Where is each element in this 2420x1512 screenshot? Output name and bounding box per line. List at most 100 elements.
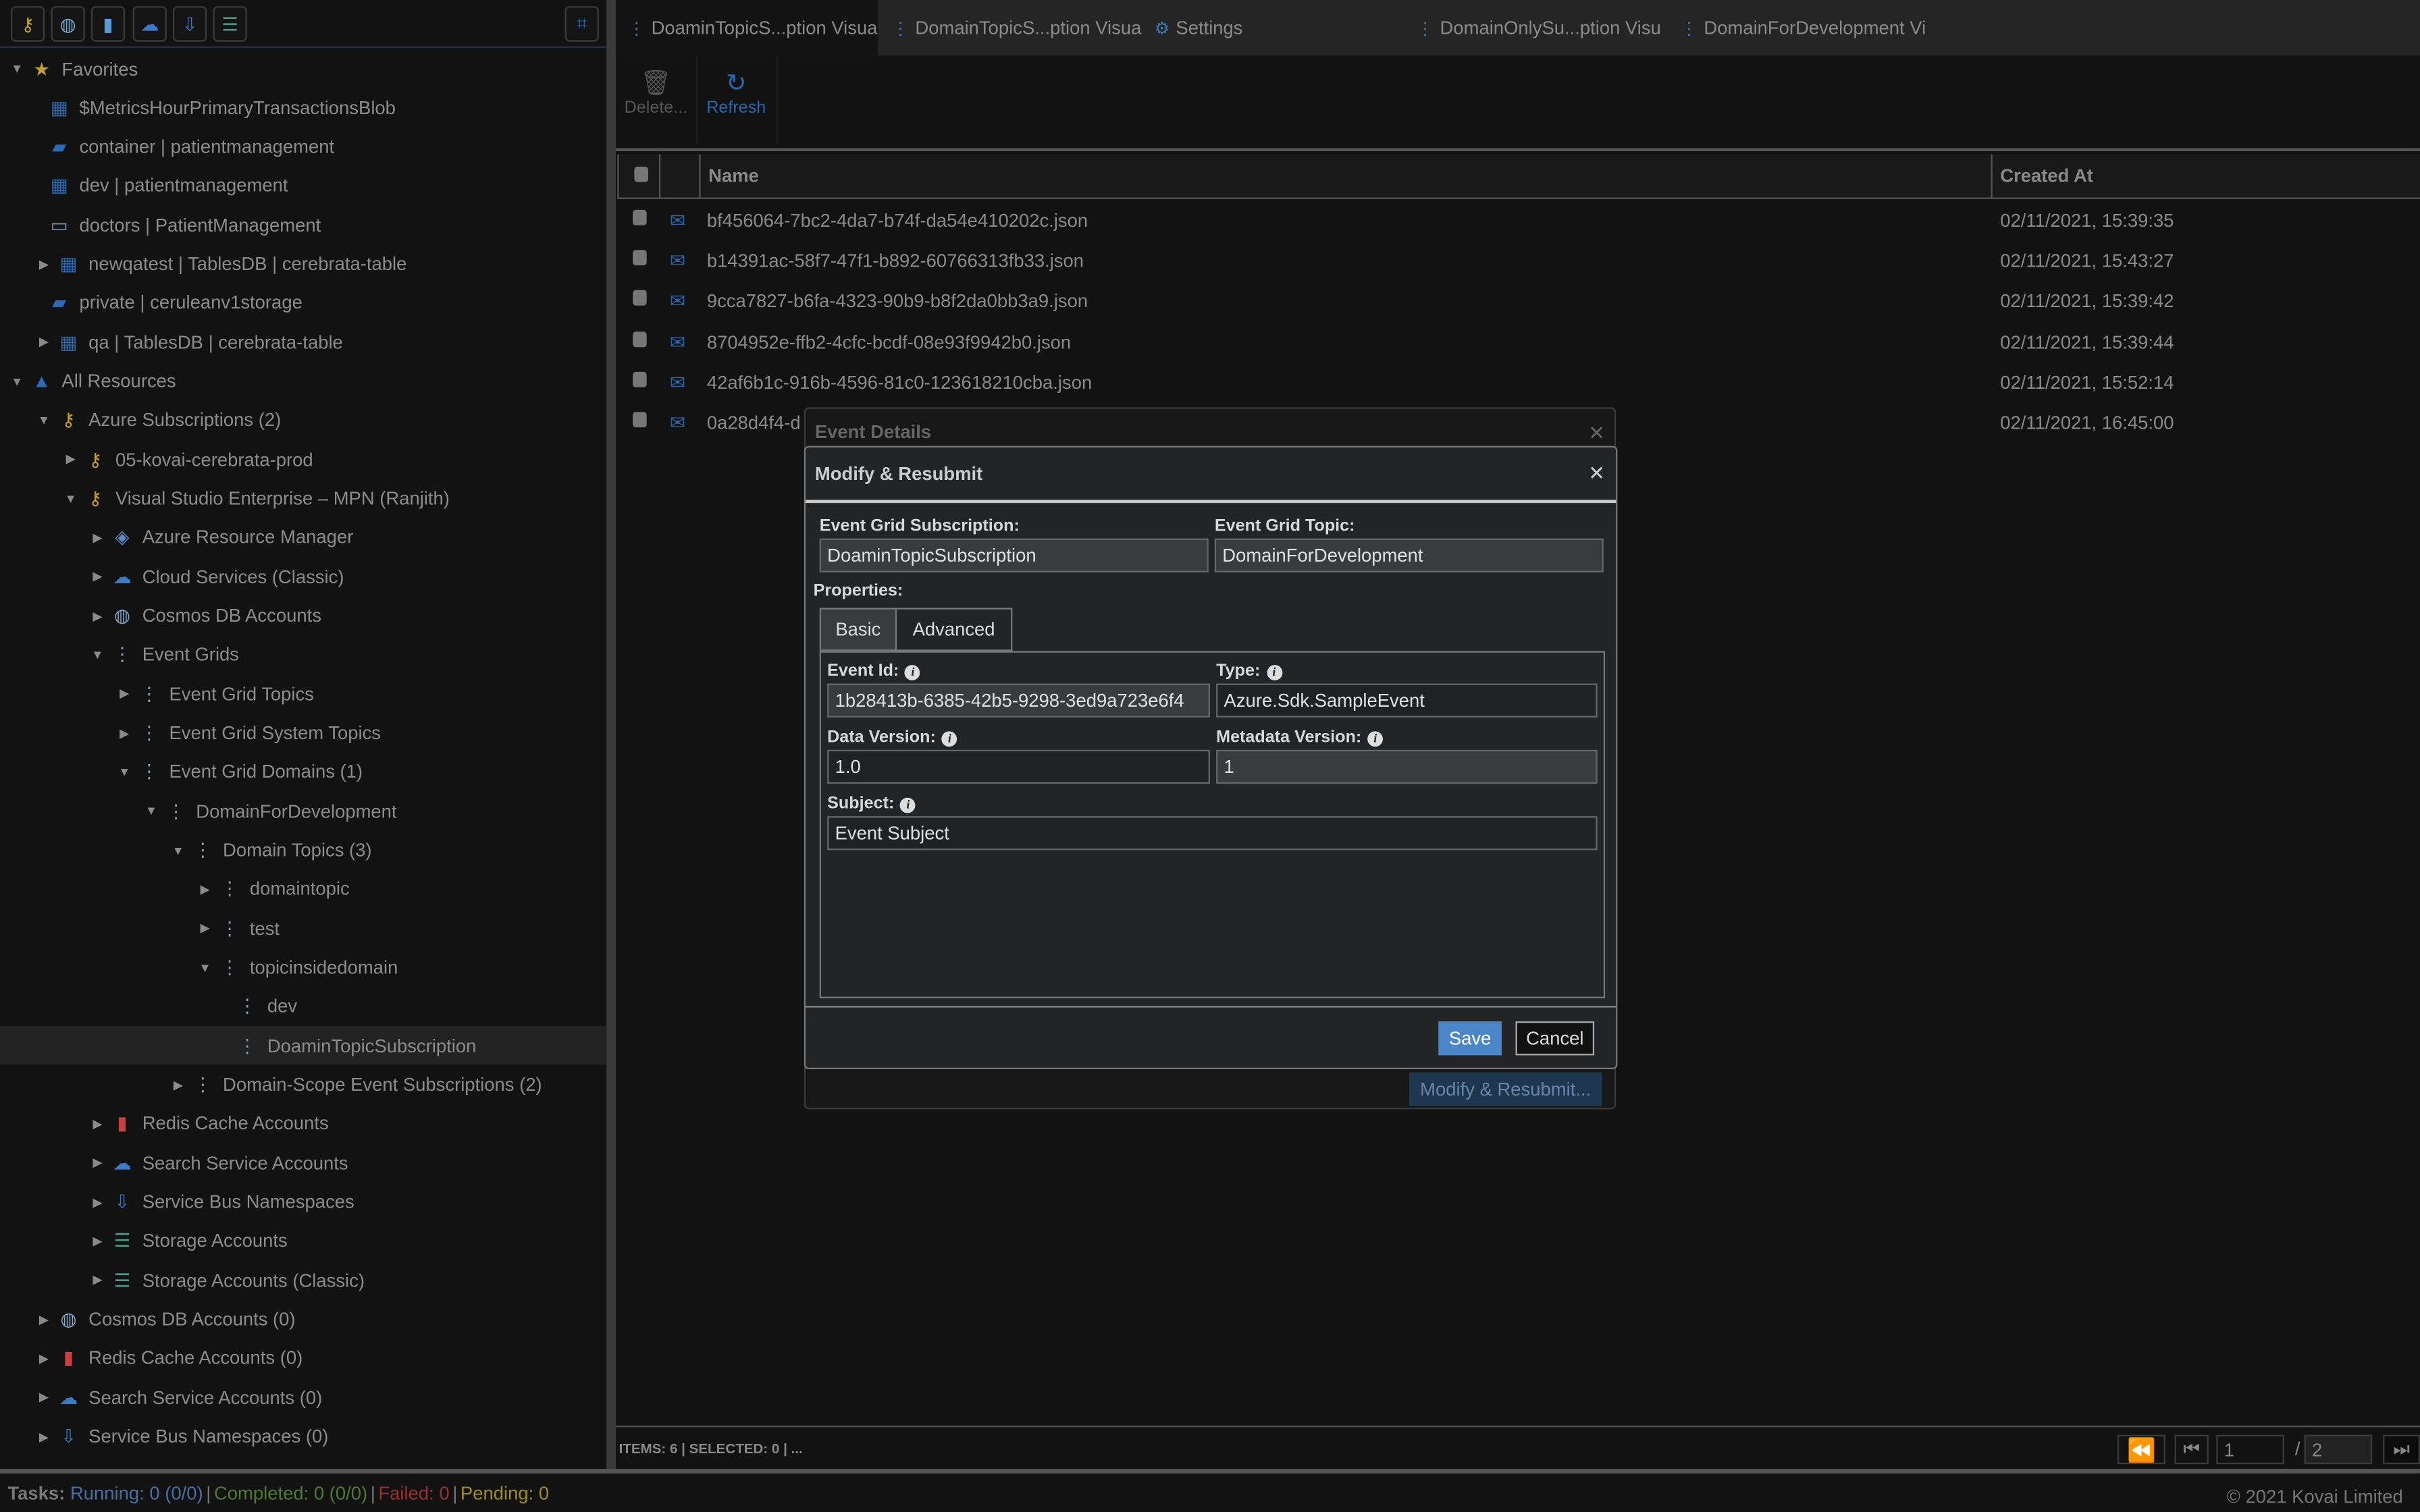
tab-1[interactable]: ⋮ DomainTopicS...ption Visua: [880, 0, 1142, 55]
tree-item[interactable]: ▶ ⋮ Event Grid Topics: [0, 674, 606, 713]
chevron-right-icon[interactable]: ▶: [90, 531, 105, 545]
tab-3[interactable]: ⋮ DomainOnlySu...ption Visu: [1404, 0, 1667, 55]
tree-item[interactable]: ▦ dev | patientmanagement: [0, 167, 606, 205]
refresh-button[interactable]: ↻ Refresh: [696, 55, 778, 145]
chevron-down-icon[interactable]: ▼: [9, 61, 25, 76]
row-checkbox[interactable]: [633, 371, 647, 387]
chevron-right-icon[interactable]: ▶: [36, 335, 51, 350]
close-icon[interactable]: ✕: [1588, 461, 1605, 486]
tasks-failed[interactable]: Failed: 0: [378, 1482, 449, 1503]
tree-item[interactable]: ▰ private | ceruleanv1storage: [0, 284, 606, 322]
tab-2[interactable]: ⚙ Settings: [1142, 0, 1404, 55]
modify-resubmit-button[interactable]: Modify & Resubmit...: [1409, 1072, 1602, 1106]
cancel-button[interactable]: Cancel: [1515, 1021, 1595, 1056]
table-row[interactable]: ✉ bf456064-7bc2-4da7-b74f-da54e410202c.js…: [616, 200, 2420, 240]
tree-item[interactable]: ⋮ DoaminTopicSubscription: [0, 1026, 607, 1065]
tree-item[interactable]: ▶ ▮ Redis Cache Accounts: [0, 1104, 606, 1143]
tree-item[interactable]: ▼ ⋮ DomainForDevelopment: [0, 792, 606, 830]
tab-0[interactable]: ⋮ DoaminTopicS...ption Visua: [615, 0, 878, 56]
subject-input[interactable]: Event Subject: [827, 816, 1598, 850]
tab-basic[interactable]: Basic: [819, 608, 897, 651]
cosmos-icon[interactable]: ◍: [51, 6, 85, 42]
chevron-right-icon[interactable]: ▶: [90, 609, 105, 623]
row-checkbox[interactable]: [633, 412, 647, 428]
tree-item[interactable]: ▶ ⋮ Event Grid System Topics: [0, 713, 606, 752]
table-row[interactable]: ✉ 8704952e-ffb2-4cfc-bcdf-08e93f9942b0.js…: [616, 322, 2420, 362]
chevron-right-icon[interactable]: ▶: [36, 1390, 51, 1405]
page-input[interactable]: 1: [2216, 1434, 2284, 1465]
table-row[interactable]: ✉ b14391ac-58f7-47f1-b892-60766313fb33.js…: [616, 241, 2420, 281]
tree-item[interactable]: ▭ doctors | PatientManagement: [0, 206, 606, 244]
tree-item[interactable]: ▶ ⋮ Domain-Scope Event Subscriptions (2): [0, 1065, 606, 1104]
chevron-down-icon[interactable]: ▼: [170, 843, 186, 857]
column-header-name[interactable]: Name: [700, 154, 1993, 199]
chevron-right-icon[interactable]: ▶: [36, 1312, 51, 1326]
chevron-down-icon[interactable]: ▼: [197, 961, 213, 975]
table-row[interactable]: ✉ 42af6b1c-916b-4596-81c0-123618210cba.js…: [616, 362, 2420, 402]
key-icon[interactable]: ⚷: [10, 6, 45, 42]
chevron-down-icon[interactable]: ▼: [144, 804, 159, 818]
storage-icon[interactable]: ☰: [213, 6, 247, 42]
chevron-right-icon[interactable]: ▶: [170, 1078, 186, 1092]
chevron-right-icon[interactable]: ▶: [90, 570, 105, 584]
chevron-right-icon[interactable]: ▶: [117, 726, 132, 740]
tree-item[interactable]: ▼ ⚷ Visual Studio Enterprise – MPN (Ranjit…: [0, 479, 606, 518]
tree-item[interactable]: ▶ ▦ newqatest | TablesDB | cerebrata-table: [0, 245, 606, 284]
tasks-running[interactable]: Running: 0 (0/0): [70, 1482, 203, 1503]
tasks-completed[interactable]: Completed: 0 (0/0): [214, 1482, 367, 1503]
type-input[interactable]: Azure.Sdk.SampleEvent: [1216, 683, 1598, 718]
chevron-right-icon[interactable]: ▶: [117, 687, 132, 701]
tree-item[interactable]: ▶ ▮ Redis Cache Accounts (0): [0, 1339, 606, 1378]
last-page-button[interactable]: ⏭: [2383, 1434, 2420, 1465]
chevron-right-icon[interactable]: ▶: [36, 257, 51, 271]
data-version-input[interactable]: 1.0: [827, 749, 1210, 784]
info-icon[interactable]: i: [941, 731, 957, 747]
tab-advanced[interactable]: Advanced: [896, 608, 1013, 651]
pane-splitter[interactable]: [606, 0, 616, 1469]
tree-item[interactable]: ▦ $MetricsHourPrimaryTransactionsBlob: [0, 88, 606, 127]
info-icon[interactable]: i: [900, 797, 916, 813]
chevron-right-icon[interactable]: ▶: [90, 1117, 105, 1131]
chevron-right-icon[interactable]: ▶: [63, 452, 78, 466]
chevron-down-icon[interactable]: ▼: [63, 491, 78, 506]
first-page-button[interactable]: ⏪: [2117, 1434, 2165, 1465]
table-row[interactable]: ✉ 9cca7827-b6fa-4323-90b9-b8f2da0bb3a9.js…: [616, 281, 2420, 321]
tree-item[interactable]: ▶ ⇩ Service Bus Namespaces: [0, 1183, 606, 1221]
info-icon[interactable]: i: [905, 665, 921, 680]
info-icon[interactable]: i: [1367, 731, 1384, 747]
tree-item[interactable]: ▶ ⋮ domaintopic: [0, 870, 606, 909]
chevron-down-icon[interactable]: ▼: [36, 413, 51, 427]
redis-icon[interactable]: ▮: [90, 6, 126, 42]
row-checkbox[interactable]: [633, 331, 647, 347]
tree-item[interactable]: ▶ ▦ qa | TablesDB | cerebrata-table: [0, 323, 606, 361]
service-bus-icon[interactable]: ⇩: [172, 6, 207, 42]
tree-item[interactable]: ▶ ☁ Search Service Accounts (0): [0, 1378, 606, 1417]
tree-item[interactable]: ▼ ⋮ Event Grids: [0, 636, 606, 674]
select-all-checkbox[interactable]: [634, 166, 648, 182]
prev-page-button[interactable]: ⏮: [2174, 1434, 2209, 1465]
chevron-right-icon[interactable]: ▶: [90, 1195, 105, 1209]
chevron-right-icon[interactable]: ▶: [36, 1351, 51, 1366]
tree-item[interactable]: ▼ ⋮ topicinsidedomain: [0, 948, 606, 987]
tree-item[interactable]: ▶ ⋮ test: [0, 909, 606, 948]
tree-item[interactable]: ▼ ★ Favorites: [0, 49, 606, 88]
tree-item[interactable]: ⋮ dev: [0, 988, 606, 1026]
column-header-created-at[interactable]: Created At: [1992, 154, 2420, 199]
tree-item[interactable]: ▼ ▲ All Resources: [0, 362, 606, 400]
layout-icon[interactable]: ⌗: [564, 6, 599, 42]
row-checkbox[interactable]: [633, 209, 647, 225]
tree-item[interactable]: ▶ ☰ Storage Accounts (Classic): [0, 1261, 606, 1299]
tasks-pending[interactable]: Pending: 0: [461, 1482, 549, 1503]
chevron-down-icon[interactable]: ▼: [90, 648, 105, 662]
tree-item[interactable]: ▶ ◍ Cosmos DB Accounts: [0, 597, 606, 635]
close-icon[interactable]: ✕: [1588, 421, 1605, 446]
chevron-down-icon[interactable]: ▼: [9, 375, 25, 389]
tree-item[interactable]: ▼ ⋮ Event Grid Domains (1): [0, 753, 606, 791]
chevron-right-icon[interactable]: ▶: [197, 921, 213, 936]
tab-4[interactable]: ⋮ DomainForDevelopment Vi: [1668, 0, 1931, 55]
tree-item[interactable]: ▼ ⚷ Azure Subscriptions (2): [0, 401, 606, 439]
save-button[interactable]: Save: [1438, 1021, 1502, 1056]
row-checkbox[interactable]: [633, 290, 647, 306]
chevron-right-icon[interactable]: ▶: [90, 1273, 105, 1287]
tree-item[interactable]: ▼ ⋮ Domain Topics (3): [0, 831, 606, 869]
